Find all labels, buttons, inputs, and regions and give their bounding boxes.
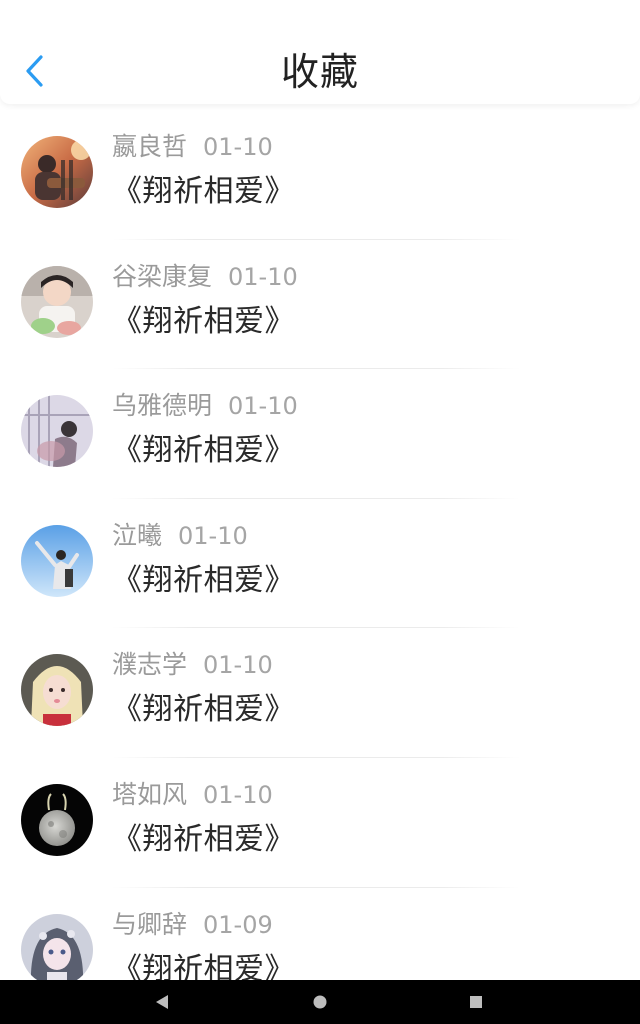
song-title: 《翔祈相爱》: [112, 562, 295, 598]
list-item[interactable]: 濮志学 01-10 《翔祈相爱》: [0, 628, 640, 758]
avatar[interactable]: [21, 136, 93, 208]
nav-back-button[interactable]: [132, 980, 192, 1024]
circle-home-icon: [313, 995, 327, 1009]
item-date: 01-10: [203, 133, 273, 161]
item-meta: 谷梁康复 01-10: [112, 260, 298, 294]
avatar[interactable]: [21, 265, 93, 338]
system-nav-bar: [0, 980, 640, 1024]
item-date: 01-10: [203, 651, 273, 680]
app-header: 收藏: [0, 0, 640, 104]
user-name: 嬴良哲: [112, 132, 188, 161]
item-date: 01-10: [228, 262, 298, 291]
song-title: 《翔祈相爱》: [112, 174, 295, 209]
user-name: 乌雅德明: [112, 391, 213, 421]
song-title: 《翔祈相爱》: [112, 433, 295, 469]
avatar[interactable]: [21, 395, 93, 468]
list-item[interactable]: 乌雅德明 01-10 《翔祈相爱》: [0, 369, 640, 499]
user-name: 与卿辞: [112, 909, 188, 939]
triangle-back-icon: [156, 995, 168, 1009]
list-item[interactable]: 谷梁康复 01-10 《翔祈相爱》: [0, 240, 640, 370]
user-name: 濮志学: [112, 650, 188, 680]
item-date: 01-09: [203, 910, 273, 939]
user-name: 塔如风: [112, 779, 188, 809]
avatar[interactable]: [21, 524, 93, 597]
favorites-list: 嬴良哲 01-10 《翔祈相爱》 谷梁康复 01-10 《翔祈相爱》 乌雅德明 …: [0, 110, 640, 980]
page-title: 收藏: [280, 50, 359, 94]
item-date: 01-10: [178, 521, 248, 550]
nav-recents-button[interactable]: [446, 980, 506, 1024]
list-item[interactable]: 泣曦 01-10 《翔祈相爱》: [0, 499, 640, 629]
song-title: 《翔祈相爱》: [112, 821, 295, 857]
nav-home-button[interactable]: [290, 980, 350, 1024]
song-title: 《翔祈相爱》: [112, 692, 295, 728]
item-date: 01-10: [203, 780, 273, 809]
user-name: 谷梁康复: [112, 261, 213, 291]
favorites-screen: 收藏 嬴良哲 01-10 《翔祈相爱》 谷梁康复 01-10 《翔祈相爱》 乌雅…: [0, 0, 640, 1024]
list-item[interactable]: 与卿辞 01-09 《翔祈相爱》: [0, 888, 640, 980]
song-title: 《翔祈相爱》: [112, 303, 295, 339]
square-recents-icon: [470, 996, 482, 1008]
item-meta: 泣曦 01-10: [112, 519, 248, 553]
user-name: 泣曦: [112, 520, 163, 550]
item-date: 01-10: [228, 392, 298, 421]
avatar[interactable]: [21, 913, 93, 980]
item-meta: 乌雅德明 01-10: [112, 389, 298, 423]
item-meta: 与卿辞 01-09: [112, 908, 273, 942]
item-meta: 濮志学 01-10: [112, 648, 273, 682]
list-item[interactable]: 塔如风 01-10 《翔祈相爱》: [0, 758, 640, 888]
item-meta: 嬴良哲 01-10: [112, 130, 273, 164]
avatar[interactable]: [21, 654, 93, 727]
avatar[interactable]: [21, 783, 93, 856]
song-title: 《翔祈相爱》: [112, 951, 295, 980]
list-item[interactable]: 嬴良哲 01-10 《翔祈相爱》: [0, 110, 640, 240]
item-meta: 塔如风 01-10: [112, 778, 273, 812]
